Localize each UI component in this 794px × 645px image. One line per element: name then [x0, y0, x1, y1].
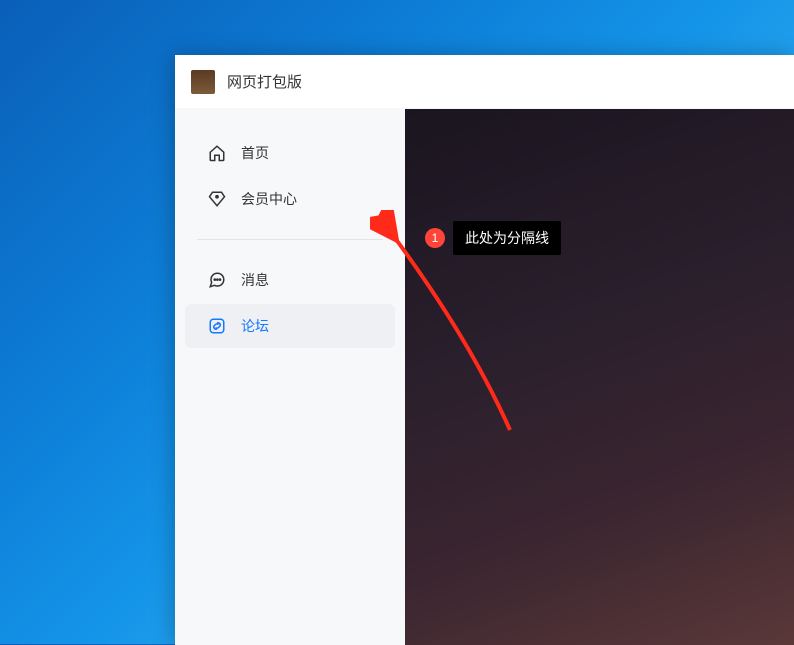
app-body: 首页 会员中心 [175, 109, 794, 645]
sidebar-item-member[interactable]: 会员中心 [185, 177, 395, 221]
app-title: 网页打包版 [227, 71, 302, 92]
sidebar-item-home[interactable]: 首页 [185, 131, 395, 175]
message-icon [207, 270, 227, 290]
sidebar-item-label: 论坛 [241, 316, 269, 336]
app-logo-icon [191, 70, 215, 94]
annotation-badge: 1 [425, 228, 445, 248]
app-window: 网页打包版 首页 会员中心 [175, 55, 794, 645]
titlebar: 网页打包版 [175, 55, 794, 109]
sidebar-item-message[interactable]: 消息 [185, 258, 395, 302]
sidebar-item-forum[interactable]: 论坛 [185, 304, 395, 348]
sidebar-divider [197, 239, 383, 240]
diamond-icon [207, 189, 227, 209]
sidebar-item-label: 首页 [241, 143, 269, 163]
content-area [405, 109, 794, 645]
link-icon [207, 316, 227, 336]
sidebar-item-label: 消息 [241, 270, 269, 290]
sidebar: 首页 会员中心 [175, 109, 405, 645]
annotation-text: 此处为分隔线 [453, 221, 561, 255]
sidebar-item-label: 会员中心 [241, 189, 297, 209]
annotation-callout: 1 此处为分隔线 [425, 221, 561, 255]
home-icon [207, 143, 227, 163]
